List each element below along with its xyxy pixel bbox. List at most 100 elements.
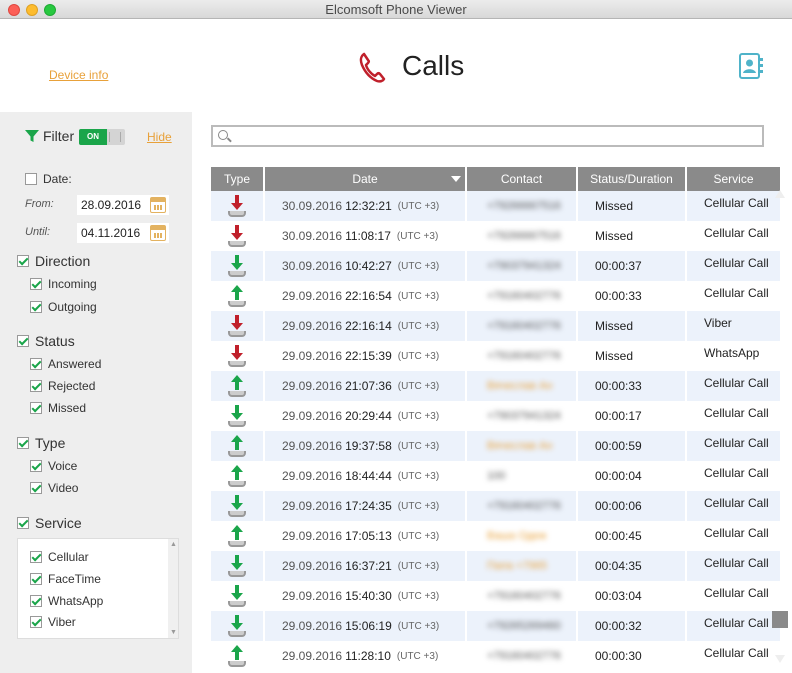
direction-checkbox[interactable]: Direction <box>17 253 90 269</box>
date-value: 29.09.2016 <box>282 529 343 543</box>
contact-cell[interactable]: +79266667516 <box>467 221 578 251</box>
table-row[interactable]: 29.09.2016 22:16:54 (UTC +3) +79160402776 00… <box>211 281 780 311</box>
column-header-status[interactable]: Status/Duration <box>578 167 687 191</box>
timezone-value: (UTC +3) <box>397 290 440 302</box>
service-item-label: WhatsApp <box>48 594 104 608</box>
table-row[interactable]: 29.09.2016 17:05:13 (UTC +3) Ваша Одеж 00:00… <box>211 521 780 551</box>
phone-icon <box>359 52 386 83</box>
calendar-icon[interactable] <box>150 225 166 241</box>
service-label: Service <box>35 515 82 531</box>
timezone-value: (UTC +3) <box>397 620 440 632</box>
service-item-whatsapp[interactable]: WhatsApp <box>30 594 103 608</box>
table-row[interactable]: 29.09.2016 21:07:36 (UTC +3) Вячеслав Ан 00:… <box>211 371 780 401</box>
table-row[interactable]: 29.09.2016 22:16:14 (UTC +3) +79160402776 Mi… <box>211 311 780 341</box>
table-row[interactable]: 29.09.2016 20:29:44 (UTC +3) +79037941324 00… <box>211 401 780 431</box>
table-scrollbar[interactable] <box>772 190 788 663</box>
date-value: 29.09.2016 <box>282 649 343 663</box>
missed-icon <box>227 345 247 367</box>
service-list-scrollbar[interactable]: ▲ ▼ <box>168 539 178 638</box>
scroll-down-icon[interactable]: ▼ <box>170 629 177 636</box>
table-row[interactable]: 29.09.2016 11:28:10 (UTC +3) +79160402776 00… <box>211 641 780 671</box>
column-header-service[interactable]: Service <box>687 167 780 191</box>
column-header-date[interactable]: Date <box>265 167 467 191</box>
service-checkbox[interactable]: Service <box>17 515 82 531</box>
scroll-down-icon[interactable] <box>775 655 785 663</box>
scroll-thumb[interactable] <box>772 611 788 628</box>
table-row[interactable]: 29.09.2016 16:37:21 (UTC +3) Папа +7965 00:0… <box>211 551 780 581</box>
search-input[interactable] <box>233 128 758 144</box>
status-value: 00:00:33 <box>595 379 642 393</box>
contact-cell[interactable]: Ваша Одеж <box>467 521 578 551</box>
rejected-checkbox[interactable]: Rejected <box>30 379 95 393</box>
status-value: 00:03:04 <box>595 589 642 603</box>
search-field[interactable] <box>211 125 764 147</box>
contact-cell[interactable]: 100 <box>467 461 578 491</box>
outgoing-checkbox[interactable]: Outgoing <box>30 300 97 314</box>
missed-checkbox[interactable]: Missed <box>30 401 86 415</box>
scroll-up-icon[interactable] <box>775 190 785 198</box>
contact-cell[interactable]: Вячеслав Ан <box>467 371 578 401</box>
contact-cell[interactable]: +79160402776 <box>467 281 578 311</box>
column-header-type[interactable]: Type <box>211 167 265 191</box>
until-label: Until: <box>25 226 51 238</box>
service-cell: Cellular Call <box>687 491 780 521</box>
type-cell <box>211 461 265 491</box>
contact-value: Вячеслав Ан <box>487 440 553 452</box>
from-date-value: 28.09.2016 <box>81 198 142 212</box>
service-item-viber[interactable]: Viber <box>30 615 76 629</box>
filter-toggle[interactable]: ON <box>79 129 125 145</box>
table-row[interactable]: 29.09.2016 18:44:44 (UTC +3) 100 00:00:04 Cel… <box>211 461 780 491</box>
contact-cell[interactable]: +79037941324 <box>467 251 578 281</box>
column-header-contact[interactable]: Contact <box>467 167 578 191</box>
contact-cell[interactable]: +79160402776 <box>467 341 578 371</box>
table-row[interactable]: 30.09.2016 10:42:27 (UTC +3) +79037941324 00… <box>211 251 780 281</box>
contact-value: +79160402776 <box>487 650 561 662</box>
incoming-icon <box>227 495 247 517</box>
table-row[interactable]: 29.09.2016 19:37:58 (UTC +3) Вячеслав Ан 00:… <box>211 431 780 461</box>
checkbox-box <box>30 616 42 628</box>
timezone-value: (UTC +3) <box>397 380 440 392</box>
status-checkbox[interactable]: Status <box>17 333 75 349</box>
service-value: Cellular Call <box>704 526 769 540</box>
contact-cell[interactable]: Вячеслав Ан <box>467 431 578 461</box>
type-checkbox[interactable]: Type <box>17 435 65 451</box>
until-date-value: 04.11.2016 <box>81 226 141 240</box>
contact-cell[interactable]: +79266667516 <box>467 191 578 221</box>
service-value: Cellular Call <box>704 286 769 300</box>
service-cell: Cellular Call <box>687 551 780 581</box>
contact-cell[interactable]: +79160402776 <box>467 491 578 521</box>
table-row[interactable]: 29.09.2016 15:06:19 (UTC +3) +79265269460 00… <box>211 611 780 641</box>
hide-filter-link[interactable]: Hide <box>147 130 172 144</box>
scroll-up-icon[interactable]: ▲ <box>170 541 177 548</box>
service-item-cellular[interactable]: Cellular <box>30 550 89 564</box>
status-cell: Missed <box>578 191 687 221</box>
contact-cell[interactable]: +79265269460 <box>467 611 578 641</box>
video-checkbox[interactable]: Video <box>30 481 78 495</box>
table-row[interactable]: 29.09.2016 15:40:30 (UTC +3) +79160402776 00… <box>211 581 780 611</box>
service-item-facetime[interactable]: FaceTime <box>30 572 101 586</box>
timezone-value: (UTC +3) <box>396 650 439 662</box>
table-row[interactable]: 30.09.2016 12:32:21 (UTC +3) +79266667516 Mi… <box>211 191 780 221</box>
time-value: 22:16:14 <box>345 319 392 333</box>
contact-value: +79160402776 <box>487 500 561 512</box>
until-date-field[interactable]: 04.11.2016 <box>77 223 169 243</box>
contact-cell[interactable]: +79160402776 <box>467 641 578 671</box>
table-row[interactable]: 29.09.2016 17:24:35 (UTC +3) +79160402776 00… <box>211 491 780 521</box>
answered-checkbox[interactable]: Answered <box>30 357 101 371</box>
checkbox-box <box>17 437 29 449</box>
date-filter-checkbox[interactable]: Date: <box>25 172 72 186</box>
contacts-book-icon[interactable] <box>738 52 764 80</box>
incoming-checkbox[interactable]: Incoming <box>30 277 97 291</box>
table-row[interactable]: 30.09.2016 11:08:17 (UTC +3) +79266667516 Mi… <box>211 221 780 251</box>
contact-cell[interactable]: +79160402776 <box>467 311 578 341</box>
voice-checkbox[interactable]: Voice <box>30 459 77 473</box>
contact-cell[interactable]: +79160402776 <box>467 581 578 611</box>
device-info-link[interactable]: Device info <box>49 68 108 82</box>
from-date-field[interactable]: 28.09.2016 <box>77 195 169 215</box>
calendar-icon[interactable] <box>150 197 166 213</box>
date-value: 29.09.2016 <box>282 499 343 513</box>
contact-cell[interactable]: Папа +7965 <box>467 551 578 581</box>
table-row[interactable]: 29.09.2016 22:15:39 (UTC +3) +79160402776 Mi… <box>211 341 780 371</box>
contact-cell[interactable]: +79037941324 <box>467 401 578 431</box>
type-cell <box>211 341 265 371</box>
